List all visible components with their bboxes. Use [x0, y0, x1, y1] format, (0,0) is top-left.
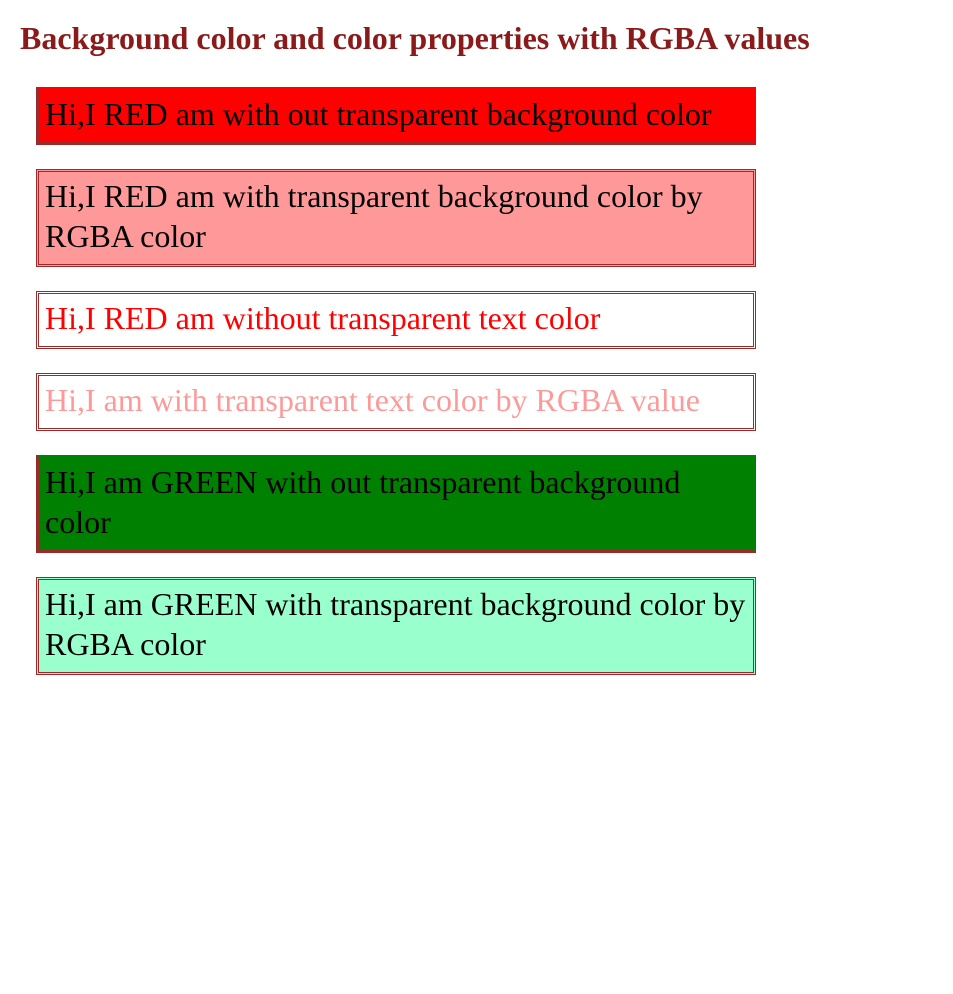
demo-text: Hi,I RED am with out transparent backgro… — [45, 96, 712, 132]
demo-box-red-solid-text: Hi,I RED am without transparent text col… — [36, 291, 756, 349]
demo-text: Hi,I RED am with transparent background … — [45, 178, 703, 254]
demo-box-red-rgba-text: Hi,I am with transparent text color by R… — [36, 373, 756, 431]
demo-box-red-rgba-bg: Hi,I RED am with transparent background … — [36, 169, 756, 267]
demo-text: Hi,I am GREEN with transparent backgroun… — [45, 586, 745, 662]
demo-box-green-rgba-bg: Hi,I am GREEN with transparent backgroun… — [36, 577, 756, 675]
demo-box-red-solid-bg: Hi,I RED am with out transparent backgro… — [36, 87, 756, 145]
page-title: Background color and color properties wi… — [20, 20, 933, 57]
demo-text: Hi,I am with transparent text color by R… — [45, 382, 700, 418]
demo-text: Hi,I am GREEN with out transparent backg… — [45, 464, 680, 540]
demo-box-green-solid-bg: Hi,I am GREEN with out transparent backg… — [36, 455, 756, 553]
demo-text: Hi,I RED am without transparent text col… — [45, 300, 600, 336]
